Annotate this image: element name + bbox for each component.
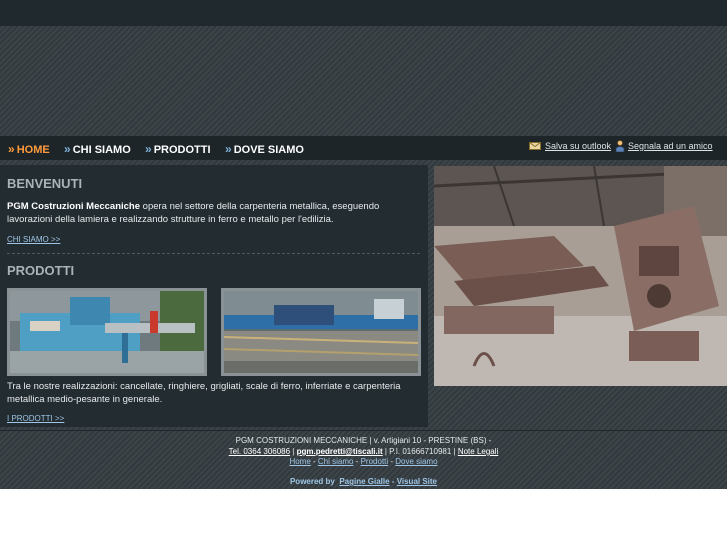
footer-link-dove-siamo[interactable]: Dove siamo — [395, 457, 437, 466]
chi-siamo-link[interactable]: CHI SIAMO >> — [7, 235, 60, 244]
visual-site-link[interactable]: Visual Site — [397, 477, 437, 486]
pagine-gialle-link[interactable]: Pagine Gialle — [339, 477, 389, 486]
nav-arrow-icon: » — [145, 142, 152, 156]
header-banner — [0, 26, 727, 136]
saw-machine-image — [10, 291, 204, 373]
welcome-text: PGM Costruzioni Meccaniche opera nel set… — [7, 200, 421, 226]
product-thumbnail-2[interactable] — [221, 288, 421, 376]
nav-item-label: PRODOTTI — [153, 144, 211, 156]
nav-item-label: DOVE SIAMO — [233, 144, 304, 156]
footer-link-home[interactable]: Home — [289, 457, 310, 466]
footer-link-chi-siamo[interactable]: Chi siamo — [318, 457, 354, 466]
company-name: PGM Costruzioni Meccaniche — [7, 201, 141, 212]
top-bar — [0, 0, 727, 26]
footer-legal-link[interactable]: Note Legali — [458, 447, 498, 456]
products-text: Tra le nostre realizzazioni: cancellate,… — [7, 381, 401, 405]
nav-item-dove-siamo[interactable]: » DOVE SIAMO — [225, 142, 304, 156]
workshop-image — [434, 166, 727, 386]
nav-item-label: CHI SIAMO — [72, 144, 131, 156]
footer-link-prodotti[interactable]: Prodotti — [361, 457, 389, 466]
nav-arrow-icon: » — [64, 142, 71, 156]
nav-item-chi-siamo[interactable]: » CHI SIAMO — [64, 142, 131, 156]
footer-tel-link[interactable]: Tel. 0364 306086 — [229, 447, 290, 456]
nav-arrow-icon: » — [225, 142, 232, 156]
nav-item-home[interactable]: » HOME — [8, 142, 50, 156]
powered-separator: - — [389, 477, 397, 486]
recommend-icon — [615, 140, 625, 152]
footer-link-separator: - — [353, 457, 361, 466]
nav-item-prodotti[interactable]: » PRODOTTI — [145, 142, 211, 156]
footer-powered: Powered by Pagine Gialle - Visual Site — [0, 477, 727, 486]
footer-company: PGM COSTRUZIONI MECCANICHE | v. Artigian… — [235, 436, 492, 445]
outlook-icon — [529, 142, 541, 150]
footer-vat: | P.I. 01666710981 | — [382, 447, 458, 456]
cutting-machine-image — [224, 291, 418, 373]
footer-link-separator: - — [310, 457, 318, 466]
footer-divider — [0, 430, 727, 431]
footer-nav: Home - Chi siamo - Prodotti - Dove siamo — [0, 457, 727, 466]
footer-email-link[interactable]: pgm.pedretti@tiscali.it — [297, 447, 383, 456]
prodotti-link[interactable]: I PRODOTTI >> — [7, 414, 64, 423]
page-background: » HOME » CHI SIAMO » PRODOTTI » DOVE SIAMO S… — [0, 0, 727, 489]
powered-by-label: Powered by — [289, 477, 335, 486]
nav-item-label: HOME — [16, 144, 50, 156]
section-divider — [7, 253, 420, 254]
save-outlook-link[interactable]: Salva su outlook — [545, 141, 611, 151]
workshop-photo — [434, 166, 727, 386]
footer-contacts: Tel. 0364 306086 | pgm.pedretti@tiscali.… — [0, 447, 727, 456]
product-thumbnail-1[interactable] — [7, 288, 207, 376]
products-heading: PRODOTTI — [7, 263, 75, 278]
recommend-link[interactable]: Segnala ad un amico — [628, 141, 713, 151]
nav-arrow-icon: » — [8, 142, 15, 156]
welcome-heading: BENVENUTI — [7, 176, 83, 191]
